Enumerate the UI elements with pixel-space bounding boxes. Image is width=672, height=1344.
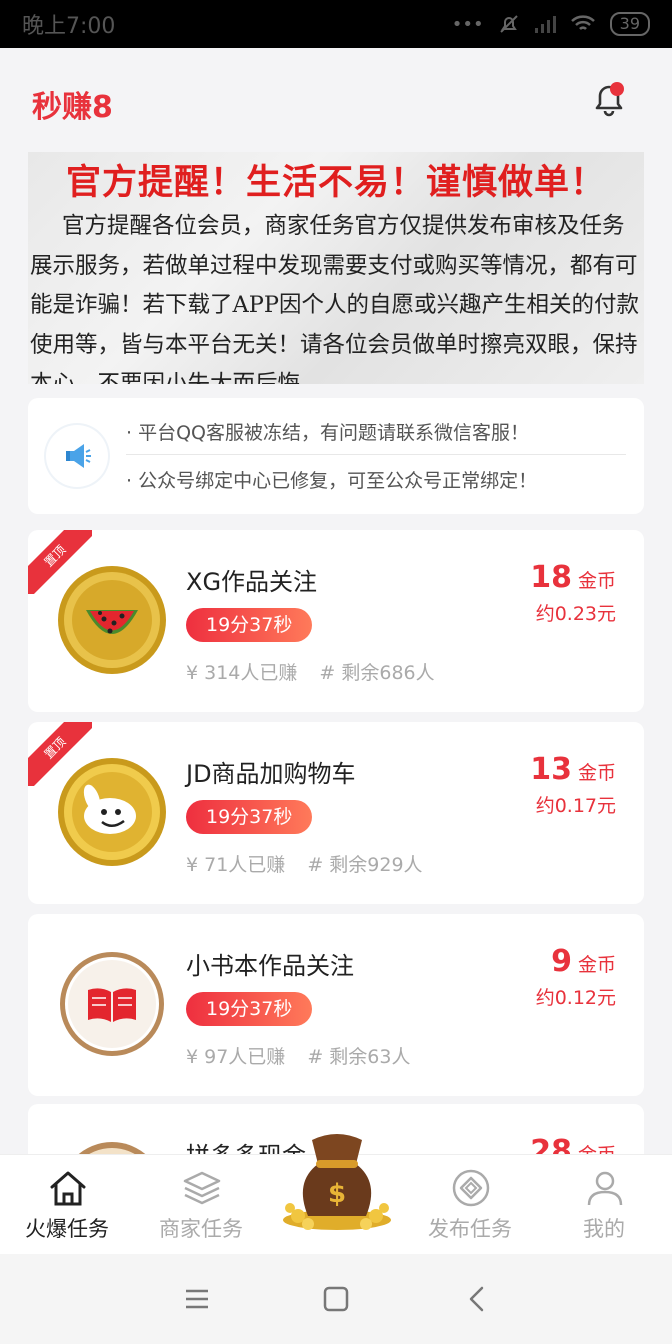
back-icon[interactable] bbox=[462, 1284, 492, 1314]
status-time: 晚上7:00 bbox=[22, 14, 116, 39]
countdown-badge: 19分37秒 bbox=[186, 800, 313, 834]
book-icon bbox=[60, 952, 164, 1056]
svg-text:$: $ bbox=[328, 1179, 346, 1209]
home-icon bbox=[50, 1171, 86, 1206]
coin-amount: 18 bbox=[530, 560, 572, 595]
task-reward: 13 金币 约0.17元 bbox=[530, 752, 616, 818]
app-header: 秒赚8 bbox=[0, 48, 672, 152]
notification-bell-icon[interactable] bbox=[588, 78, 630, 120]
tab-label: 火爆任务 bbox=[25, 1217, 109, 1241]
cny-amount: 约0.12元 bbox=[535, 987, 616, 1009]
tab-label: 我的 bbox=[583, 1217, 625, 1241]
task-name: JD商品加购物车 bbox=[186, 760, 356, 788]
cny-amount: 约0.23元 bbox=[535, 603, 616, 625]
task-card[interactable]: 置顶 XG作品关注 19分37秒 ¥ 314人已赚 # 剩余686人 18 金币 … bbox=[28, 530, 644, 712]
divider bbox=[126, 454, 626, 455]
menu-icon[interactable] bbox=[182, 1284, 212, 1314]
tab-hot-tasks[interactable]: 火爆任务 bbox=[0, 1155, 134, 1255]
remaining-count: # 剩余63人 bbox=[307, 1046, 411, 1068]
wifi-icon bbox=[570, 15, 595, 30]
announcement-item[interactable]: · 平台QQ客服被冻结，有问题请联系微信客服！ bbox=[126, 418, 626, 445]
earned-count: ¥ 314人已赚 bbox=[186, 662, 298, 684]
task-reward: 18 金币 约0.23元 bbox=[530, 560, 616, 626]
task-card[interactable]: 置顶 JD商品加购物车 19分37秒 ¥ 71人已赚 # 剩余929人 13 金币… bbox=[28, 722, 644, 904]
countdown-badge: 19分37秒 bbox=[186, 992, 313, 1026]
cny-amount: 约0.17元 bbox=[535, 795, 616, 817]
coin-unit: 金币 bbox=[577, 954, 616, 976]
notice-title: 官方提醒！生活不易！谨慎做单！ bbox=[65, 162, 606, 203]
status-bar: 晚上7:00 ••• 39 bbox=[0, 0, 672, 48]
battery-indicator: 39 bbox=[609, 12, 650, 36]
coin-amount: 13 bbox=[530, 752, 572, 787]
task-name: XG作品关注 bbox=[186, 568, 318, 596]
countdown-badge: 19分37秒 bbox=[186, 608, 313, 642]
profile-icon bbox=[587, 1171, 623, 1206]
task-stats: ¥ 71人已赚 # 剩余929人 bbox=[186, 850, 423, 877]
money-bag-icon[interactable]: $ bbox=[278, 1124, 396, 1232]
tab-profile[interactable]: 我的 bbox=[537, 1155, 671, 1255]
watermelon-icon bbox=[58, 566, 166, 674]
more-dots-icon: ••• bbox=[451, 13, 484, 35]
notice-body: 官方提醒各位会员，商家任务官方仅提供发布审核及任务展示服务，若做单过程中发现需要… bbox=[30, 213, 640, 384]
tab-label: 发布任务 bbox=[428, 1217, 512, 1241]
megaphone-icon bbox=[46, 425, 108, 487]
coin-unit: 金币 bbox=[577, 762, 616, 784]
task-card[interactable]: 小书本作品关注 19分37秒 ¥ 97人已赚 # 剩余63人 9 金币 约0.12… bbox=[28, 914, 644, 1096]
remaining-count: # 剩余686人 bbox=[319, 662, 435, 684]
coin-amount: 9 bbox=[551, 944, 572, 979]
earned-count: ¥ 97人已赚 bbox=[186, 1046, 286, 1068]
task-reward: 9 金币 约0.12元 bbox=[536, 944, 616, 1010]
mute-icon bbox=[499, 15, 518, 33]
signal-icon bbox=[534, 16, 556, 33]
notice-banner: 官方提醒！生活不易！谨慎做单！ 官方提醒各位会员，商家任务官方仅提供发布审核及任… bbox=[28, 152, 644, 384]
tab-merchant-tasks[interactable]: 商家任务 bbox=[134, 1155, 268, 1255]
coin-unit: 金币 bbox=[577, 570, 616, 592]
home-square-icon[interactable] bbox=[321, 1284, 351, 1314]
task-stats: ¥ 97人已赚 # 剩余63人 bbox=[186, 1042, 410, 1069]
announcement-panel[interactable]: · 平台QQ客服被冻结，有问题请联系微信客服！ · 公众号绑定中心已修复，可至公… bbox=[28, 398, 644, 514]
publish-icon bbox=[452, 1169, 490, 1207]
tab-label: 商家任务 bbox=[159, 1217, 243, 1241]
earned-count: ¥ 71人已赚 bbox=[186, 854, 286, 876]
announcement-item[interactable]: · 公众号绑定中心已修复，可至公众号正常绑定！ bbox=[126, 466, 626, 493]
jd-dog-icon bbox=[58, 758, 166, 866]
layers-icon bbox=[183, 1171, 221, 1205]
task-stats: ¥ 314人已赚 # 剩余686人 bbox=[186, 658, 435, 685]
status-icons: ••• 39 bbox=[452, 12, 650, 36]
tab-publish-task[interactable]: 发布任务 bbox=[403, 1155, 537, 1255]
system-nav-bar bbox=[0, 1254, 672, 1344]
app-title: 秒赚8 bbox=[32, 90, 113, 125]
remaining-count: # 剩余929人 bbox=[307, 854, 423, 876]
task-name: 小书本作品关注 bbox=[186, 952, 354, 980]
